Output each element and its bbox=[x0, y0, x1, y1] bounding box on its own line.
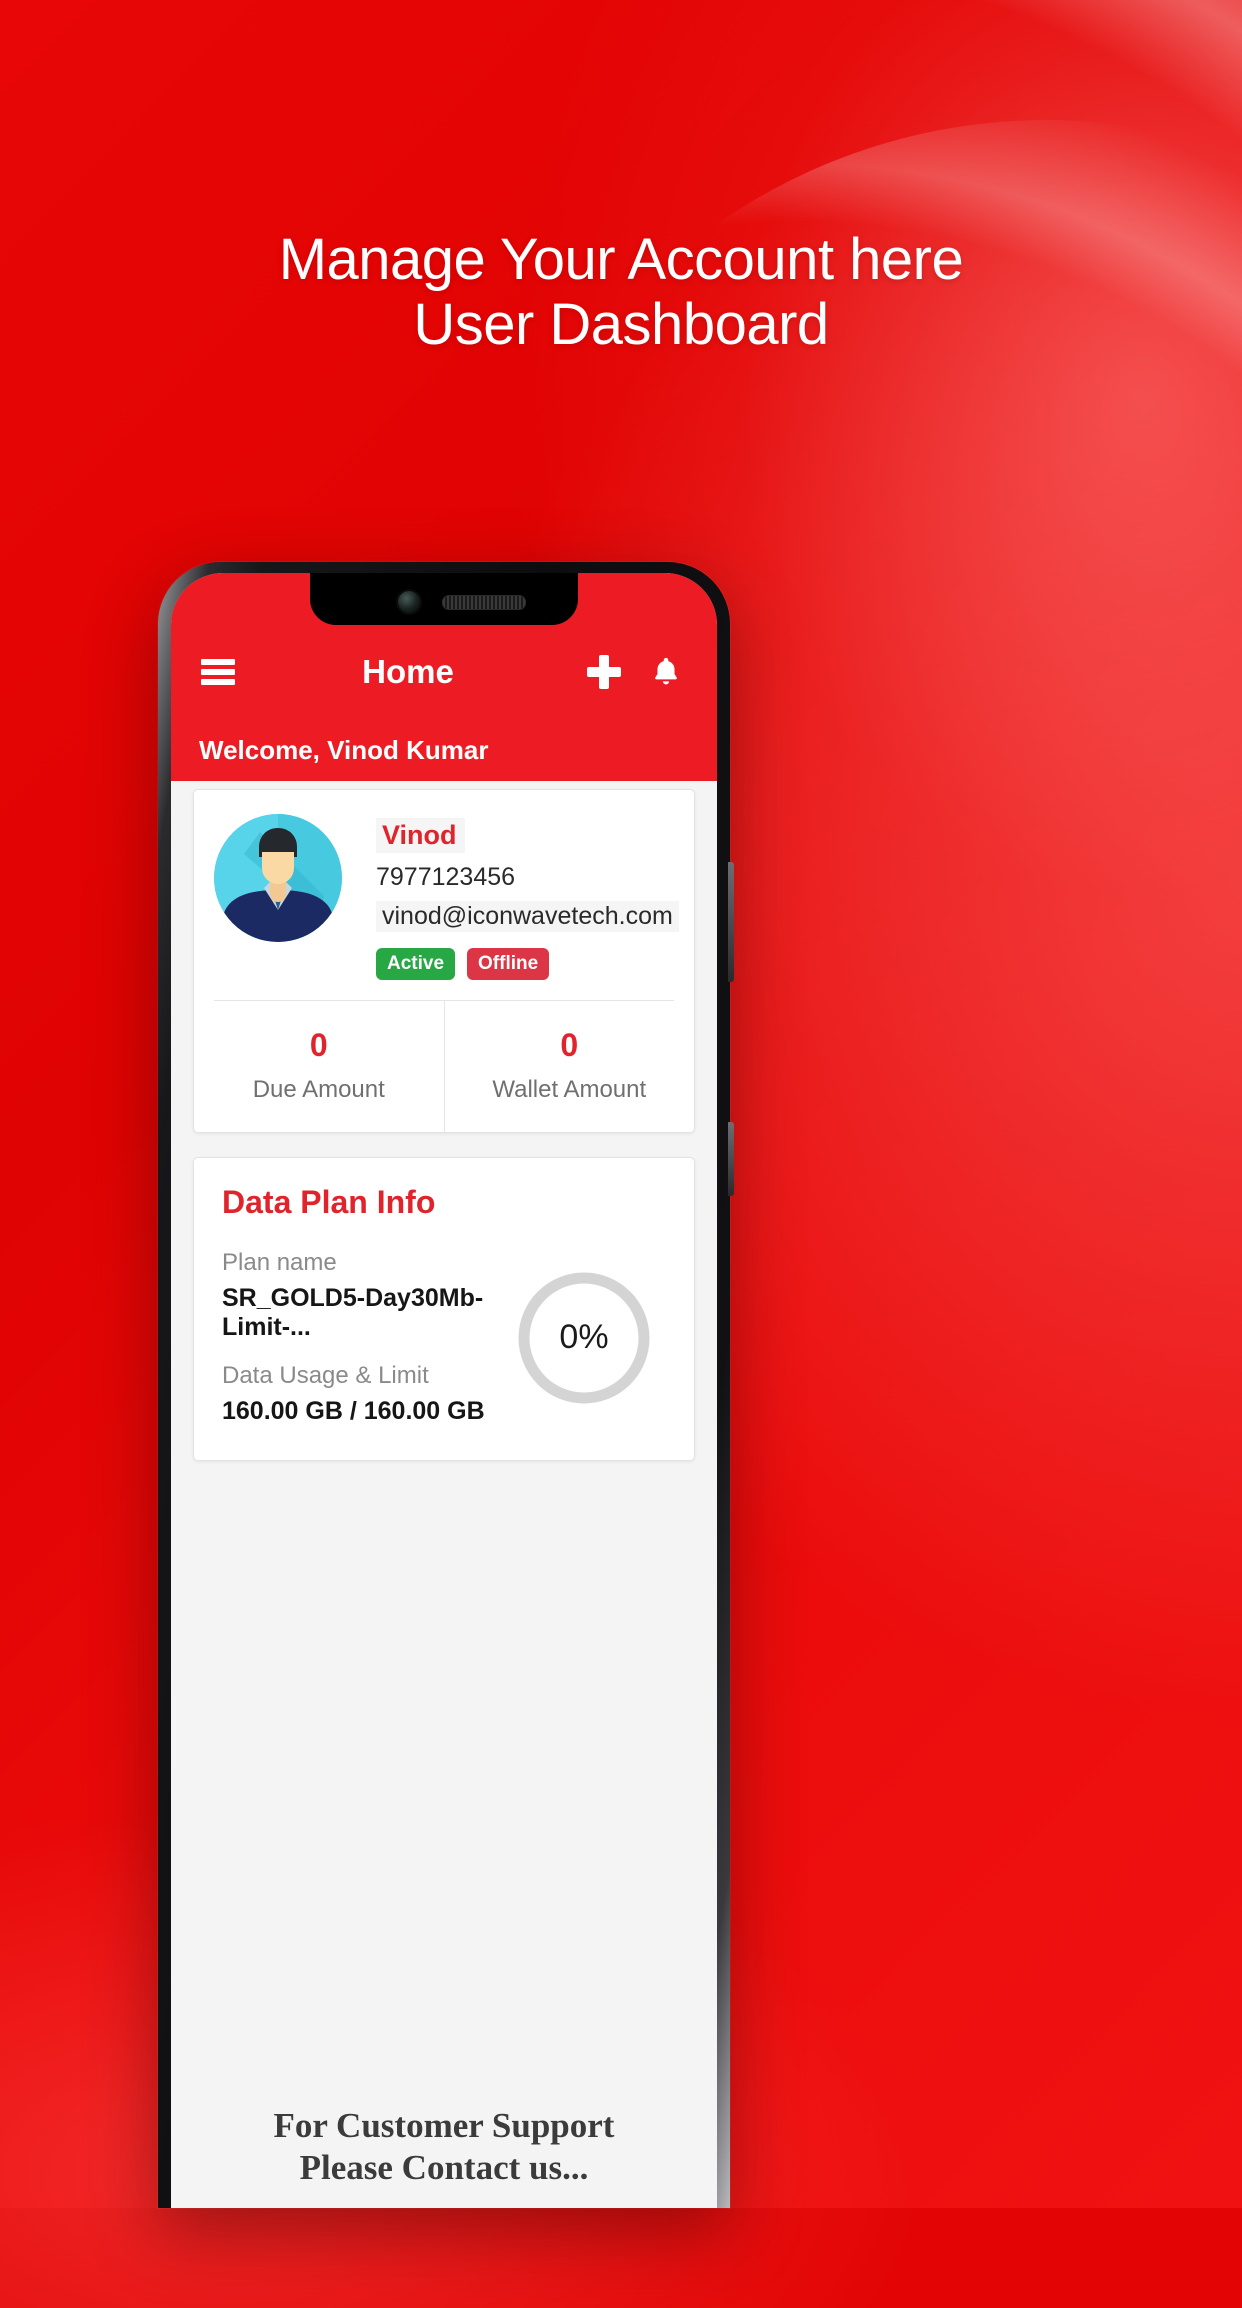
data-plan-title: Data Plan Info bbox=[222, 1184, 436, 1220]
status-badge-active: Active bbox=[376, 948, 456, 980]
data-plan-details: Plan name SR_GOLD5-Day30Mb-Limit-... Dat… bbox=[222, 1249, 514, 1426]
due-amount-cell: 0 Due Amount bbox=[194, 1001, 444, 1132]
due-amount-value: 0 bbox=[309, 1027, 328, 1063]
profile-card: Vinod 7977123456 vinod@iconwavetech.com … bbox=[193, 789, 695, 1133]
phone-button-volume bbox=[728, 862, 734, 982]
avatar bbox=[214, 814, 342, 942]
data-plan-body: Plan name SR_GOLD5-Day30Mb-Limit-... Dat… bbox=[222, 1249, 666, 1426]
profile-name: Vinod bbox=[376, 818, 465, 853]
data-usage-value: 160.00 GB / 160.00 GB bbox=[222, 1397, 485, 1425]
welcome-text: Welcome, Vinod Kumar bbox=[199, 734, 489, 765]
amounts-row: 0 Due Amount 0 Wallet Amount bbox=[194, 1001, 694, 1132]
usage-gauge: 0% bbox=[514, 1268, 654, 1408]
welcome-banner: Welcome, Vinod Kumar bbox=[171, 719, 717, 781]
usage-percent-text: 0% bbox=[559, 1318, 609, 1356]
wallet-amount-value: 0 bbox=[560, 1027, 579, 1063]
profile-info: Vinod 7977123456 vinod@iconwavetech.com … bbox=[376, 814, 679, 980]
screen-content: Vinod 7977123456 vinod@iconwavetech.com … bbox=[171, 781, 717, 2208]
profile-email: vinod@iconwavetech.com bbox=[376, 901, 679, 932]
plan-name-value: SR_GOLD5-Day30Mb-Limit-... bbox=[222, 1284, 484, 1341]
plus-icon[interactable] bbox=[587, 655, 621, 689]
support-line-2: Please Contact us... bbox=[299, 2148, 589, 2188]
phone-notch bbox=[310, 573, 578, 625]
customer-support-footer: For Customer Support Please Contact us..… bbox=[171, 2105, 717, 2208]
app-bar-actions bbox=[587, 654, 683, 690]
profile-badges: Active Offline bbox=[376, 948, 679, 980]
earpiece-speaker-icon bbox=[442, 595, 526, 610]
user-avatar-icon bbox=[214, 814, 342, 942]
page-title: Home bbox=[362, 653, 454, 690]
status-badge-offline: Offline bbox=[467, 948, 550, 980]
promo-headline-line1: Manage Your Account here bbox=[278, 227, 964, 292]
support-line-1: For Customer Support bbox=[273, 2105, 615, 2145]
phone-inner: Home Welcome, Vinod Kumar Vinod 79771234… bbox=[171, 573, 717, 2208]
bell-icon[interactable] bbox=[649, 654, 683, 690]
front-camera-icon bbox=[398, 591, 420, 613]
plan-name-label: Plan name bbox=[222, 1249, 337, 1276]
promo-headline: Manage Your Account here User Dashboard bbox=[0, 227, 1242, 358]
data-plan-card: Data Plan Info Plan name SR_GOLD5-Day30M… bbox=[193, 1157, 695, 1461]
due-amount-label: Due Amount bbox=[252, 1076, 385, 1103]
profile-phone: 7977123456 bbox=[376, 863, 516, 891]
data-usage-label: Data Usage & Limit bbox=[222, 1362, 429, 1389]
wallet-amount-label: Wallet Amount bbox=[492, 1076, 647, 1103]
phone-button-power bbox=[728, 1122, 734, 1196]
profile-top: Vinod 7977123456 vinod@iconwavetech.com … bbox=[194, 790, 694, 1000]
status-bar bbox=[171, 573, 717, 629]
app-screen: Home Welcome, Vinod Kumar Vinod 79771234… bbox=[171, 573, 717, 2208]
promo-headline-line2: User Dashboard bbox=[413, 291, 829, 357]
app-bar: Home bbox=[171, 625, 717, 719]
phone-mockup: Home Welcome, Vinod Kumar Vinod 79771234… bbox=[158, 562, 734, 2208]
wallet-amount-cell: 0 Wallet Amount bbox=[443, 1001, 695, 1132]
